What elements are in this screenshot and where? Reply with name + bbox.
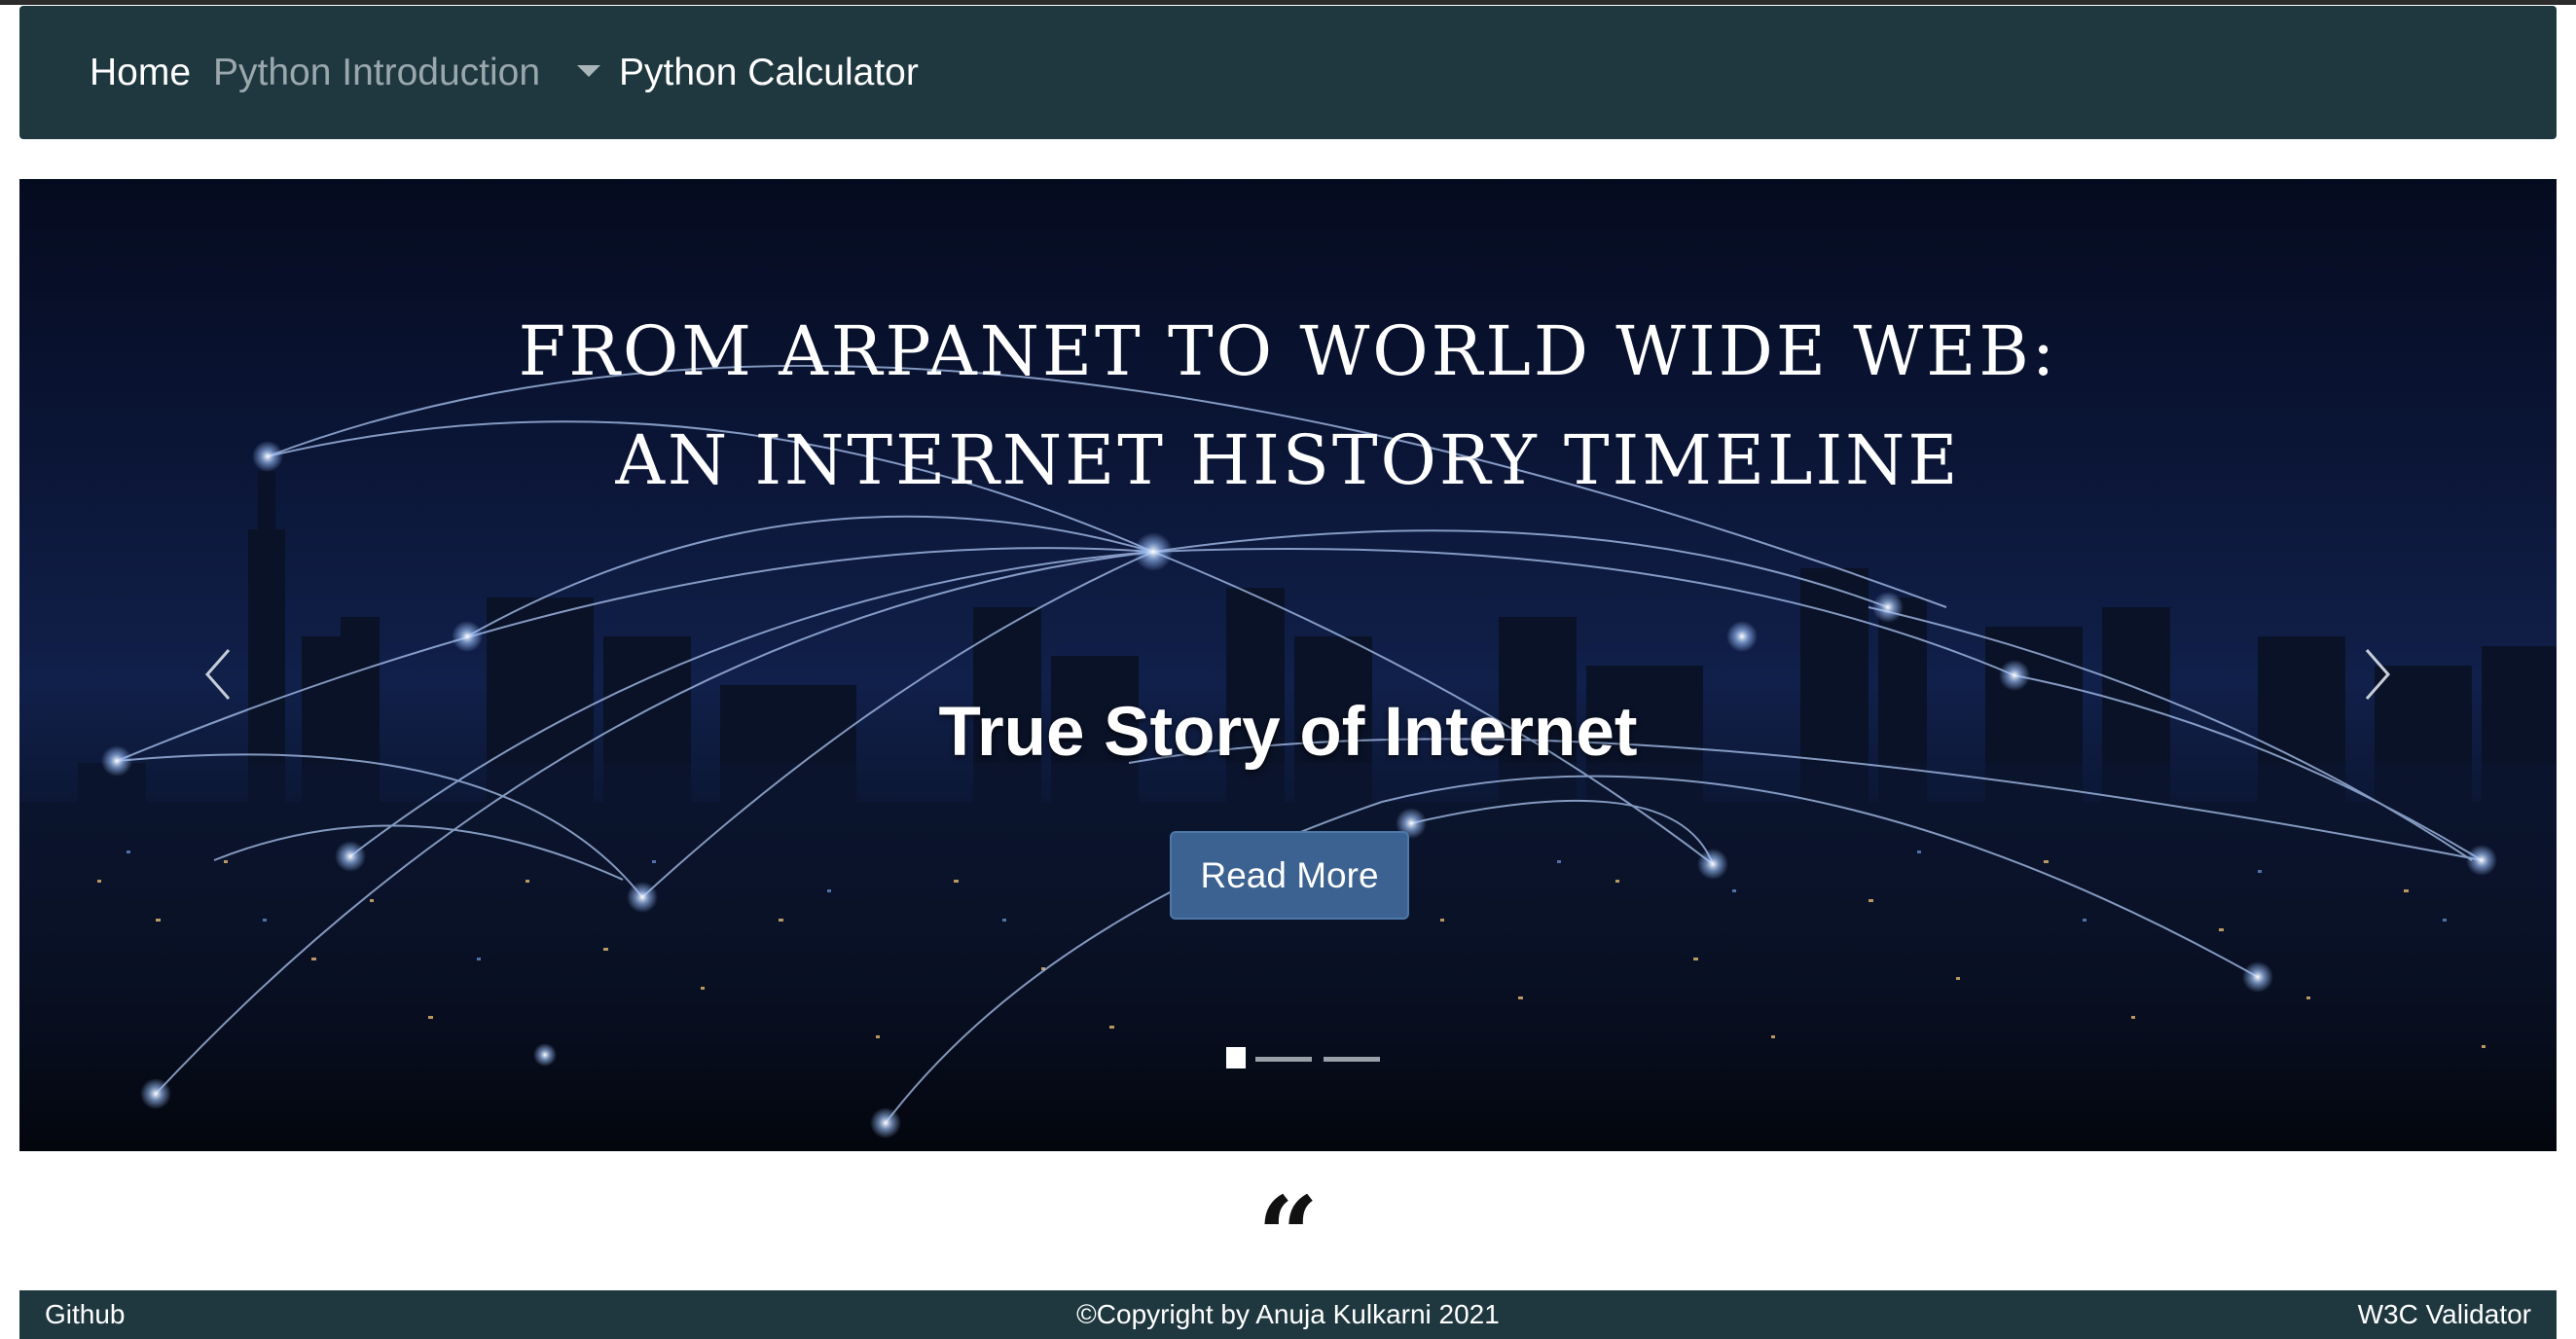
- hero-title-line-2: AN INTERNET HISTORY TIMELINE: [615, 420, 1961, 500]
- read-more-button[interactable]: Read More: [1170, 831, 1409, 920]
- quote-icon: “: [1256, 1173, 1320, 1298]
- carousel-indicator-3[interactable]: [1324, 1057, 1380, 1062]
- carousel-indicators: [1207, 1047, 1382, 1076]
- navbar: Home Python Introduction Python Calculat…: [19, 6, 2557, 139]
- carousel-indicator-1[interactable]: [1226, 1047, 1246, 1068]
- footer: ©Copyright by Anuja Kulkarni 2021 Github…: [19, 1290, 2557, 1339]
- footer-copyright: ©Copyright by Anuja Kulkarni 2021: [1076, 1299, 1500, 1329]
- window-top-border: [0, 0, 2576, 5]
- footer-w3c-validator-link[interactable]: W3C Validator: [2358, 1290, 2531, 1339]
- nav-python-calculator-link[interactable]: Python Calculator: [619, 6, 919, 139]
- footer-github-link[interactable]: Github: [45, 1290, 126, 1339]
- nav-python-introduction-dropdown[interactable]: Python Introduction: [213, 6, 540, 139]
- caret-down-icon[interactable]: [577, 65, 600, 77]
- carousel-indicator-2[interactable]: [1255, 1057, 1312, 1062]
- nav-home-link[interactable]: Home: [90, 6, 191, 139]
- hero-carousel: FROM ARPANET TO WORLD WIDE WEB: AN INTER…: [19, 179, 2557, 1151]
- hero-title-line-1: FROM ARPANET TO WORLD WIDE WEB:: [518, 311, 2058, 391]
- carousel-caption: True Story of Internet: [938, 694, 1638, 771]
